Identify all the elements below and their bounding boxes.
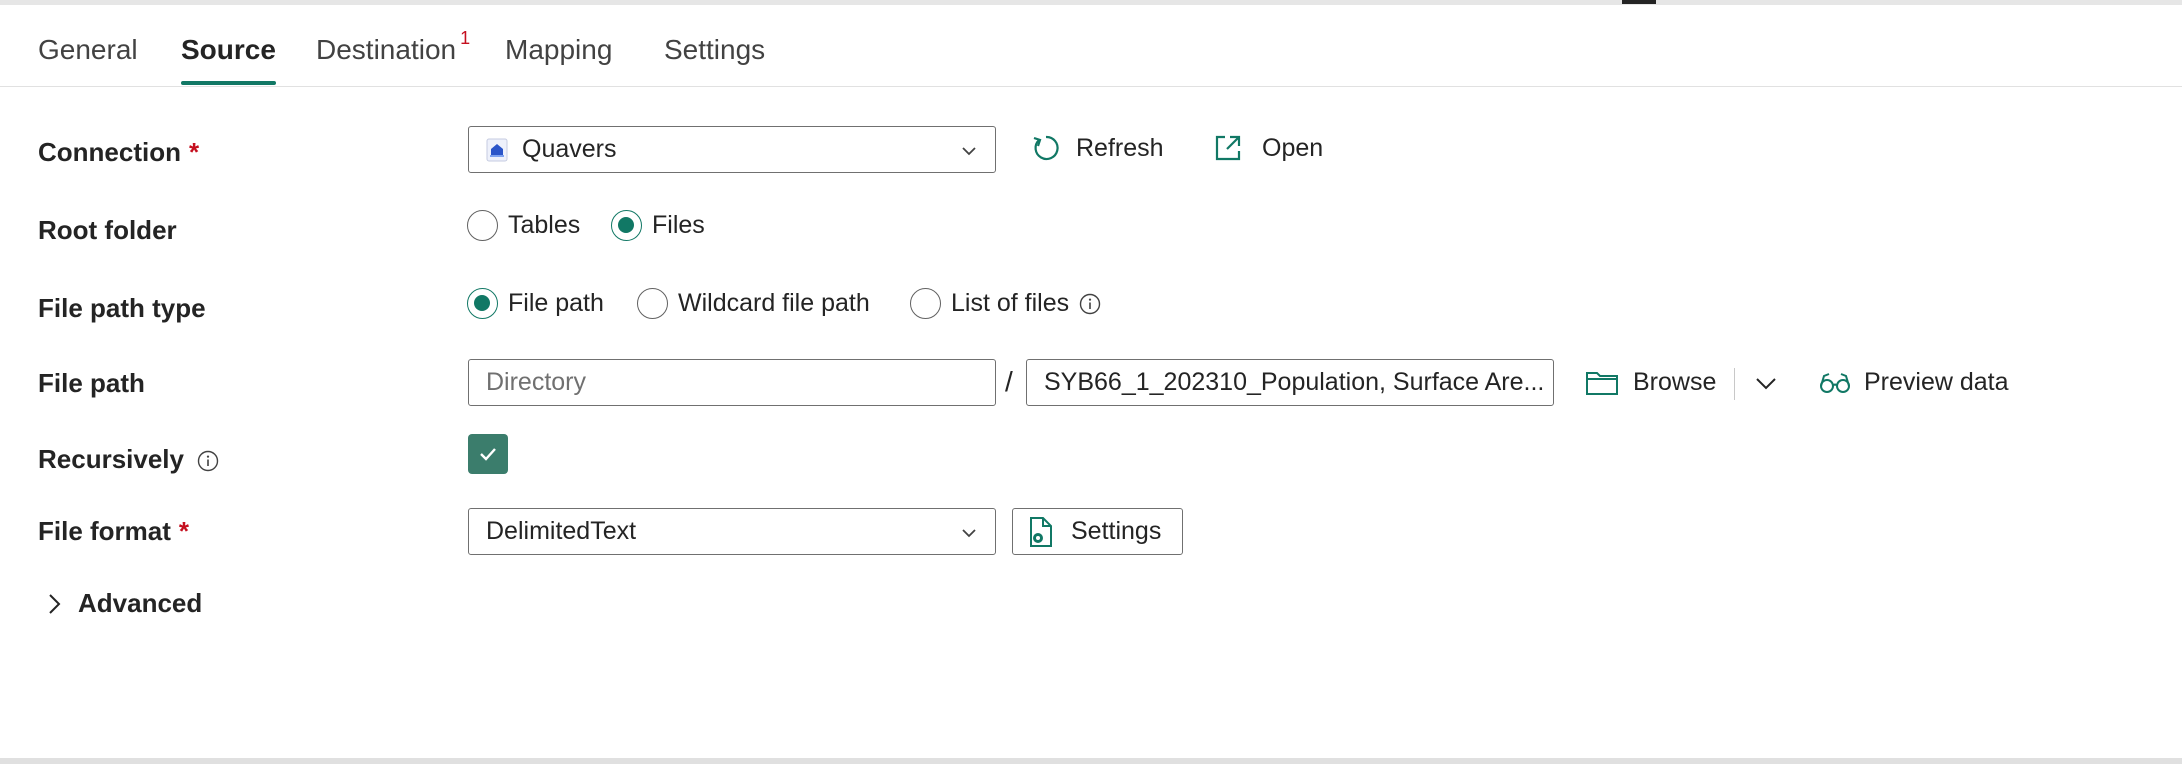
radio-wildcard-file-path[interactable]: Wildcard file path <box>637 288 870 319</box>
tab-label: General <box>38 34 138 65</box>
tab-source[interactable]: Source <box>181 34 276 85</box>
advanced-label: Advanced <box>78 588 203 618</box>
file-path-label-text: File path <box>38 368 145 398</box>
radio-label: Tables <box>508 211 581 239</box>
radio-circle-selected <box>611 210 642 241</box>
chevron-down-icon <box>959 521 979 550</box>
tab-settings[interactable]: Settings <box>664 34 765 66</box>
tab-label: Destination <box>316 34 457 65</box>
refresh-icon <box>1030 132 1076 164</box>
radio-label: File path <box>508 289 604 317</box>
root-folder-label-text: Root folder <box>38 215 177 245</box>
radio-circle-selected <box>467 288 498 319</box>
file-path-type-label: File path type <box>38 293 206 324</box>
file-format-value: DelimitedText <box>486 517 637 545</box>
advanced-expander[interactable]: Advanced <box>44 588 202 619</box>
open-button[interactable]: Open <box>1212 132 1323 164</box>
radio-label: Files <box>652 211 705 239</box>
chevron-right-icon <box>44 591 78 617</box>
tab-label: Settings <box>664 34 766 65</box>
file-format-label-text: File format <box>38 516 171 546</box>
path-separator: / <box>1005 366 1013 397</box>
button-divider <box>1734 368 1735 400</box>
glasses-icon <box>1818 370 1864 396</box>
radio-file-path[interactable]: File path <box>467 288 604 319</box>
preview-data-button[interactable]: Preview data <box>1818 368 2009 397</box>
file-name-value: SYB66_1_202310_Population, Surface Are..… <box>1044 368 1545 396</box>
checkmark-icon <box>477 443 499 465</box>
recursively-label-text: Recursively <box>38 444 184 474</box>
required-mark: * <box>189 137 200 167</box>
radio-label: Wildcard file path <box>678 289 870 317</box>
chevron-down-icon <box>959 139 979 168</box>
tab-general[interactable]: General <box>38 34 138 66</box>
tab-destination[interactable]: Destination 1 <box>316 28 470 66</box>
connection-label: Connection * <box>38 137 199 168</box>
radio-circle <box>637 288 668 319</box>
connection-label-text: Connection <box>38 137 181 167</box>
file-path-type-label-text: File path type <box>38 293 206 323</box>
radio-files[interactable]: Files <box>611 210 705 241</box>
browse-label: Browse <box>1633 368 1717 396</box>
radio-tables[interactable]: Tables <box>467 210 580 241</box>
folder-icon <box>1585 369 1633 397</box>
settings-label: Settings <box>1071 517 1162 545</box>
tab-label: Source <box>181 34 276 65</box>
info-icon[interactable] <box>197 450 219 472</box>
refresh-button[interactable]: Refresh <box>1030 132 1164 164</box>
tab-label: Mapping <box>505 34 613 65</box>
tab-bar: General Source Destination 1 Mapping Set… <box>0 24 2182 87</box>
radio-circle <box>467 210 498 241</box>
error-badge: 1 <box>460 28 471 48</box>
root-folder-label: Root folder <box>38 215 177 246</box>
open-label: Open <box>1262 133 1324 162</box>
file-format-dropdown[interactable]: DelimitedText <box>468 508 996 555</box>
recursively-checkbox[interactable] <box>468 434 508 474</box>
radio-label: List of files <box>951 289 1070 317</box>
directory-input[interactable]: Directory <box>468 359 996 406</box>
radio-list-of-files[interactable]: List of files <box>910 288 1101 319</box>
open-external-icon <box>1212 132 1262 164</box>
connection-dropdown[interactable]: Quavers <box>468 126 996 173</box>
chevron-down-icon <box>1753 370 1793 396</box>
file-format-label: File format * <box>38 516 189 547</box>
file-settings-icon <box>1027 516 1071 548</box>
file-name-input[interactable]: SYB66_1_202310_Population, Surface Are..… <box>1026 359 1554 406</box>
recursively-label: Recursively <box>38 444 219 475</box>
info-icon[interactable] <box>1079 293 1101 315</box>
radio-circle <box>910 288 941 319</box>
connection-value: Quavers <box>522 135 617 163</box>
file-path-label: File path <box>38 368 145 399</box>
file-format-settings-button[interactable]: Settings <box>1012 508 1183 555</box>
browse-button[interactable]: Browse <box>1585 368 1716 397</box>
refresh-label: Refresh <box>1076 133 1164 162</box>
directory-placeholder: Directory <box>486 368 587 396</box>
lakehouse-icon <box>486 138 508 162</box>
browse-options-button[interactable] <box>1753 370 1793 396</box>
resize-handle[interactable] <box>1622 0 1656 4</box>
tab-mapping[interactable]: Mapping <box>505 34 612 66</box>
preview-data-label: Preview data <box>1864 368 2009 396</box>
required-mark: * <box>178 516 190 546</box>
